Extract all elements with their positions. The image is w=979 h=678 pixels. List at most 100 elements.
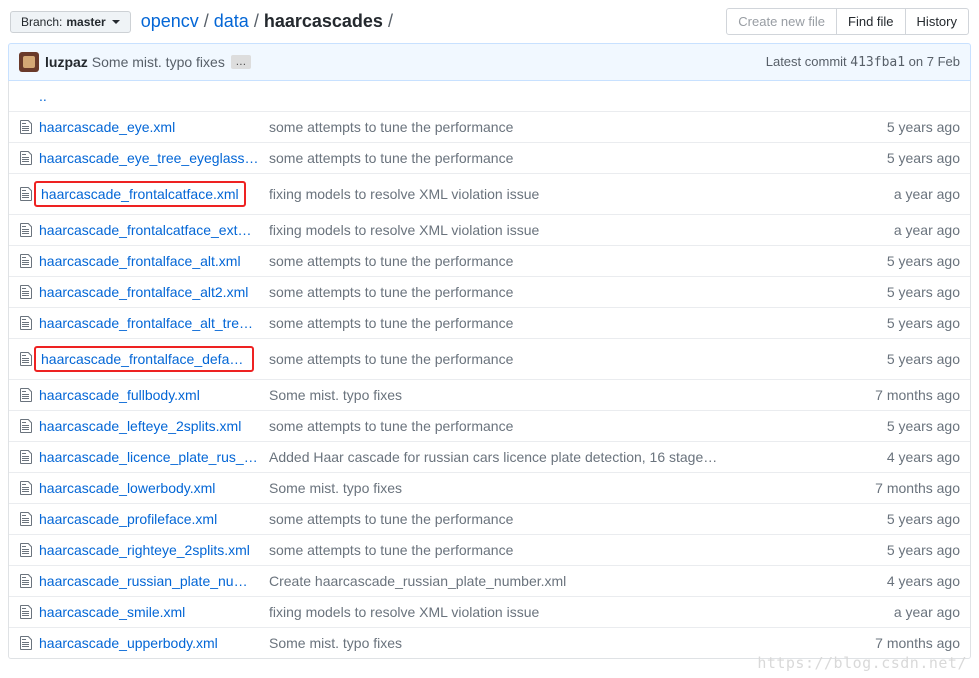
commit-message-cell[interactable]: some attempts to tune the performance <box>269 150 840 166</box>
file-icon <box>19 387 33 403</box>
table-row: haarcascade_righteye_2splits.xml some att… <box>9 534 970 565</box>
file-link[interactable]: haarcascade_lowerbody.xml <box>39 480 215 496</box>
commit-message-cell[interactable]: fixing models to resolve XML violation i… <box>269 604 840 620</box>
commit-message-cell[interactable]: fixing models to resolve XML violation i… <box>269 222 840 238</box>
commit-sha[interactable]: 413fba1 <box>850 55 905 70</box>
age-cell: 4 years ago <box>840 573 960 589</box>
table-row: haarcascade_fullbody.xml Some mist. typo … <box>9 379 970 410</box>
age-cell: 7 months ago <box>840 480 960 496</box>
file-link[interactable]: haarcascade_frontalface_alt.xml <box>39 253 241 269</box>
file-cell: haarcascade_eye.xml <box>19 119 269 135</box>
file-cell: haarcascade_frontalcatface_extende… <box>19 222 269 238</box>
file-list: .. haarcascade_eye.xmlsome attempts to t… <box>8 81 971 659</box>
commit-message-cell[interactable]: Some mist. typo fixes <box>269 387 840 403</box>
age-cell: 7 months ago <box>840 635 960 651</box>
find-file-button[interactable]: Find file <box>836 8 906 35</box>
branch-selector[interactable]: Branch: master <box>10 11 131 33</box>
file-icon <box>19 480 33 496</box>
file-cell: haarcascade_frontalface_alt_tree.xml <box>19 315 269 331</box>
file-link[interactable]: haarcascade_frontalface_alt_tree.xml <box>39 315 259 331</box>
file-link[interactable]: haarcascade_frontalcatface.xml <box>34 181 246 207</box>
file-icon <box>19 253 33 269</box>
file-icon <box>19 150 33 166</box>
file-icon <box>19 351 33 367</box>
age-cell: a year ago <box>840 604 960 620</box>
table-row: haarcascade_upperbody.xml Some mist. typo… <box>9 627 970 658</box>
file-link[interactable]: haarcascade_frontalcatface_extende… <box>39 222 259 238</box>
age-cell: 4 years ago <box>840 449 960 465</box>
commit-message-cell[interactable]: Added Haar cascade for russian cars lice… <box>269 449 840 465</box>
breadcrumb: opencv / data / haarcascades / <box>141 11 396 32</box>
age-cell: 5 years ago <box>840 119 960 135</box>
file-link[interactable]: haarcascade_eye.xml <box>39 119 175 135</box>
age-cell: 7 months ago <box>840 387 960 403</box>
breadcrumb-path[interactable]: data <box>214 11 249 32</box>
file-cell: haarcascade_frontalface_default.xml <box>19 346 269 372</box>
file-link[interactable]: haarcascade_licence_plate_rus_16st… <box>39 449 259 465</box>
file-cell: haarcascade_frontalcatface.xml <box>19 181 269 207</box>
commit-message-cell[interactable]: Some mist. typo fixes <box>269 480 840 496</box>
commit-message-cell[interactable]: some attempts to tune the performance <box>269 511 840 527</box>
caret-down-icon <box>112 20 120 24</box>
file-cell: haarcascade_frontalface_alt2.xml <box>19 284 269 300</box>
file-icon <box>19 542 33 558</box>
age-cell: 5 years ago <box>840 284 960 300</box>
age-cell: 5 years ago <box>840 542 960 558</box>
breadcrumb-root[interactable]: opencv <box>141 11 199 32</box>
file-icon <box>19 186 33 202</box>
commit-message-cell[interactable]: Some mist. typo fixes <box>269 635 840 651</box>
file-cell: haarcascade_frontalface_alt.xml <box>19 253 269 269</box>
file-cell: haarcascade_licence_plate_rus_16st… <box>19 449 269 465</box>
file-link[interactable]: haarcascade_russian_plate_number.… <box>39 573 259 589</box>
table-row: haarcascade_lowerbody.xml Some mist. typo… <box>9 472 970 503</box>
commit-message-cell[interactable]: some attempts to tune the performance <box>269 284 840 300</box>
file-link[interactable]: haarcascade_eye_tree_eyeglasses.xml <box>39 150 259 166</box>
commit-message-cell[interactable]: some attempts to tune the performance <box>269 315 840 331</box>
branch-prefix: Branch: <box>21 15 62 29</box>
parent-directory-link[interactable]: .. <box>39 88 47 104</box>
file-icon <box>19 511 33 527</box>
commit-message-cell[interactable]: some attempts to tune the performance <box>269 119 840 135</box>
file-icon <box>19 604 33 620</box>
commit-message-cell[interactable]: fixing models to resolve XML violation i… <box>269 186 840 202</box>
commit-author[interactable]: luzpaz <box>45 54 88 70</box>
file-link[interactable]: haarcascade_fullbody.xml <box>39 387 200 403</box>
commit-message-cell[interactable]: some attempts to tune the performance <box>269 542 840 558</box>
file-cell: haarcascade_righteye_2splits.xml <box>19 542 269 558</box>
file-link[interactable]: haarcascade_profileface.xml <box>39 511 217 527</box>
table-row: haarcascade_frontalcatface.xml fixing mod… <box>9 173 970 214</box>
age-cell: 5 years ago <box>840 315 960 331</box>
avatar[interactable] <box>19 52 39 72</box>
commit-message-cell[interactable]: some attempts to tune the performance <box>269 418 840 434</box>
topbar: Branch: master opencv / data / haarcasca… <box>0 0 979 43</box>
file-icon <box>19 222 33 238</box>
latest-commit-prefix: Latest commit <box>766 54 851 69</box>
table-row: haarcascade_frontalface_alt.xml some atte… <box>9 245 970 276</box>
table-row: haarcascade_lefteye_2splits.xml some atte… <box>9 410 970 441</box>
create-new-file-button[interactable]: Create new file <box>726 8 837 35</box>
commit-meta: Latest commit 413fba1 on 7 Feb <box>766 54 960 70</box>
table-row: haarcascade_frontalface_alt_tree.xml some… <box>9 307 970 338</box>
file-link[interactable]: haarcascade_righteye_2splits.xml <box>39 542 250 558</box>
commit-message-cell[interactable]: some attempts to tune the performance <box>269 253 840 269</box>
file-icon <box>19 119 33 135</box>
table-row: haarcascade_eye_tree_eyeglasses.xml some … <box>9 142 970 173</box>
file-link[interactable]: haarcascade_upperbody.xml <box>39 635 218 651</box>
commit-message-cell[interactable]: Create haarcascade_russian_plate_number.… <box>269 573 840 589</box>
age-cell: a year ago <box>840 222 960 238</box>
file-cell: haarcascade_upperbody.xml <box>19 635 269 651</box>
history-button[interactable]: History <box>905 8 969 35</box>
file-link[interactable]: haarcascade_frontalface_default.xml <box>34 346 254 372</box>
file-cell: haarcascade_lefteye_2splits.xml <box>19 418 269 434</box>
commit-message-cell[interactable]: some attempts to tune the performance <box>269 351 840 367</box>
file-link[interactable]: haarcascade_lefteye_2splits.xml <box>39 418 241 434</box>
latest-commit-bar: luzpaz Some mist. typo fixes … Latest co… <box>8 43 971 81</box>
commit-message[interactable]: Some mist. typo fixes <box>92 54 225 70</box>
age-cell: 5 years ago <box>840 253 960 269</box>
file-link[interactable]: haarcascade_frontalface_alt2.xml <box>39 284 248 300</box>
parent-directory-row[interactable]: .. <box>9 81 970 111</box>
file-link[interactable]: haarcascade_smile.xml <box>39 604 185 620</box>
file-cell: haarcascade_eye_tree_eyeglasses.xml <box>19 150 269 166</box>
expand-commit-button[interactable]: … <box>231 55 251 69</box>
file-cell: haarcascade_russian_plate_number.… <box>19 573 269 589</box>
